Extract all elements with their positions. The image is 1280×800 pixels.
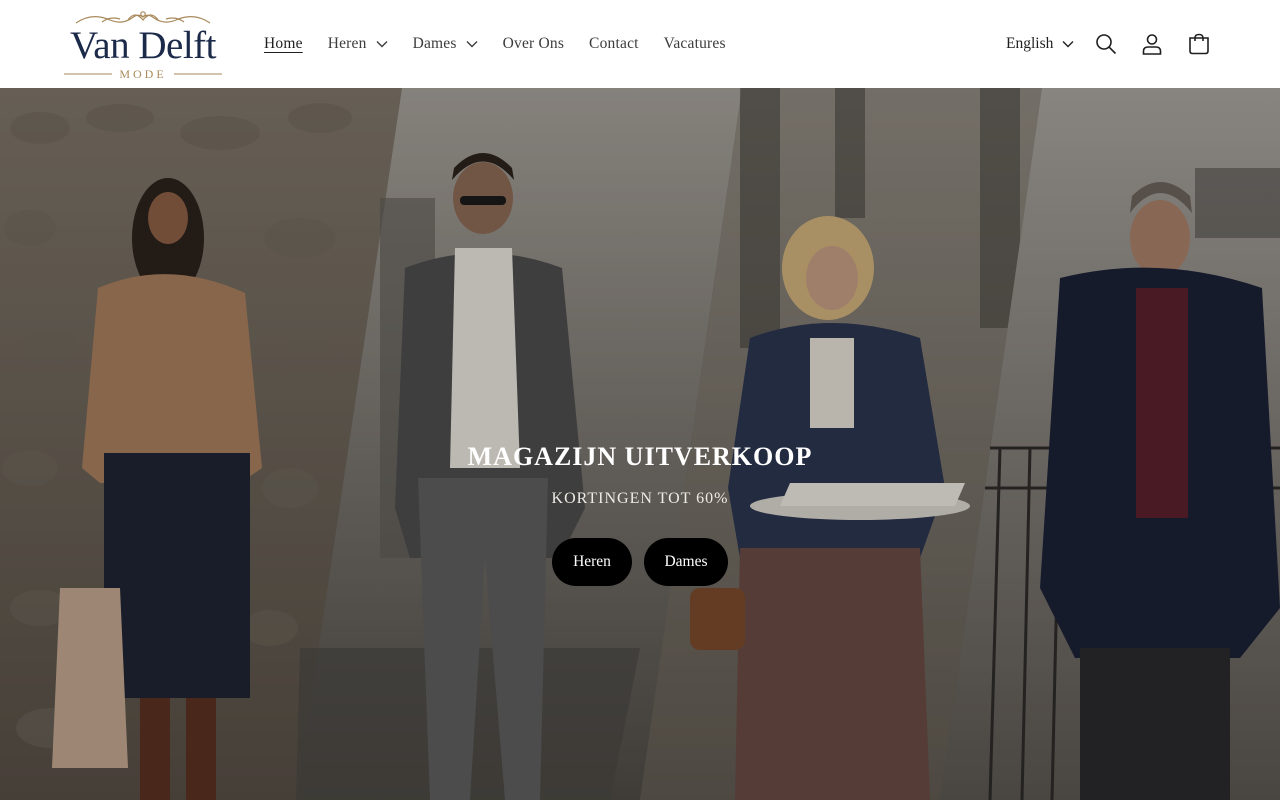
language-label: English	[1006, 35, 1054, 52]
hero-subtitle: KORTINGEN TOT 60%	[551, 490, 729, 507]
site-header: Van Delft MODE Home Heren Dames Over Ons…	[0, 0, 1280, 88]
shop-dames-button[interactable]: Dames	[644, 538, 728, 586]
main-nav: Home Heren Dames Over Ons Contact Vacatu…	[264, 32, 751, 56]
nav-item-label: Vacatures	[663, 35, 726, 52]
brand-tagline: MODE	[119, 67, 167, 81]
nav-item-label: Home	[264, 35, 303, 52]
brand-name: Van Delft	[69, 24, 217, 67]
search-button[interactable]	[1092, 30, 1120, 58]
shop-heren-button[interactable]: Heren	[552, 538, 632, 586]
account-button[interactable]	[1138, 30, 1166, 58]
nav-item-label: Contact	[589, 35, 639, 52]
chevron-down-icon	[466, 41, 478, 48]
account-icon	[1142, 34, 1162, 55]
nav-item-over-ons[interactable]: Over Ons	[503, 35, 564, 53]
nav-item-home[interactable]: Home	[264, 35, 303, 53]
cart-button[interactable]	[1185, 30, 1213, 58]
nav-item-label: Dames	[412, 35, 457, 52]
nav-item-dames[interactable]: Dames	[413, 35, 478, 53]
hero-title: MAGAZIJN UITVERKOOP	[467, 442, 813, 471]
hero-cta-group: Heren Dames	[552, 538, 740, 586]
nav-item-vacatures[interactable]: Vacatures	[664, 35, 726, 53]
nav-item-contact[interactable]: Contact	[589, 35, 639, 53]
search-icon	[1096, 34, 1117, 55]
nav-item-heren[interactable]: Heren	[328, 35, 388, 53]
hero-banner: MAGAZIJN UITVERKOOP KORTINGEN TOT 60% He…	[0, 88, 1280, 800]
language-selector[interactable]: English	[1006, 32, 1074, 56]
cart-icon	[1189, 33, 1209, 55]
nav-item-label: Heren	[327, 35, 367, 52]
chevron-down-icon	[1062, 41, 1074, 48]
brand-logo[interactable]: Van Delft MODE	[62, 8, 224, 82]
chevron-down-icon	[376, 41, 388, 48]
nav-item-label: Over Ons	[502, 35, 565, 52]
